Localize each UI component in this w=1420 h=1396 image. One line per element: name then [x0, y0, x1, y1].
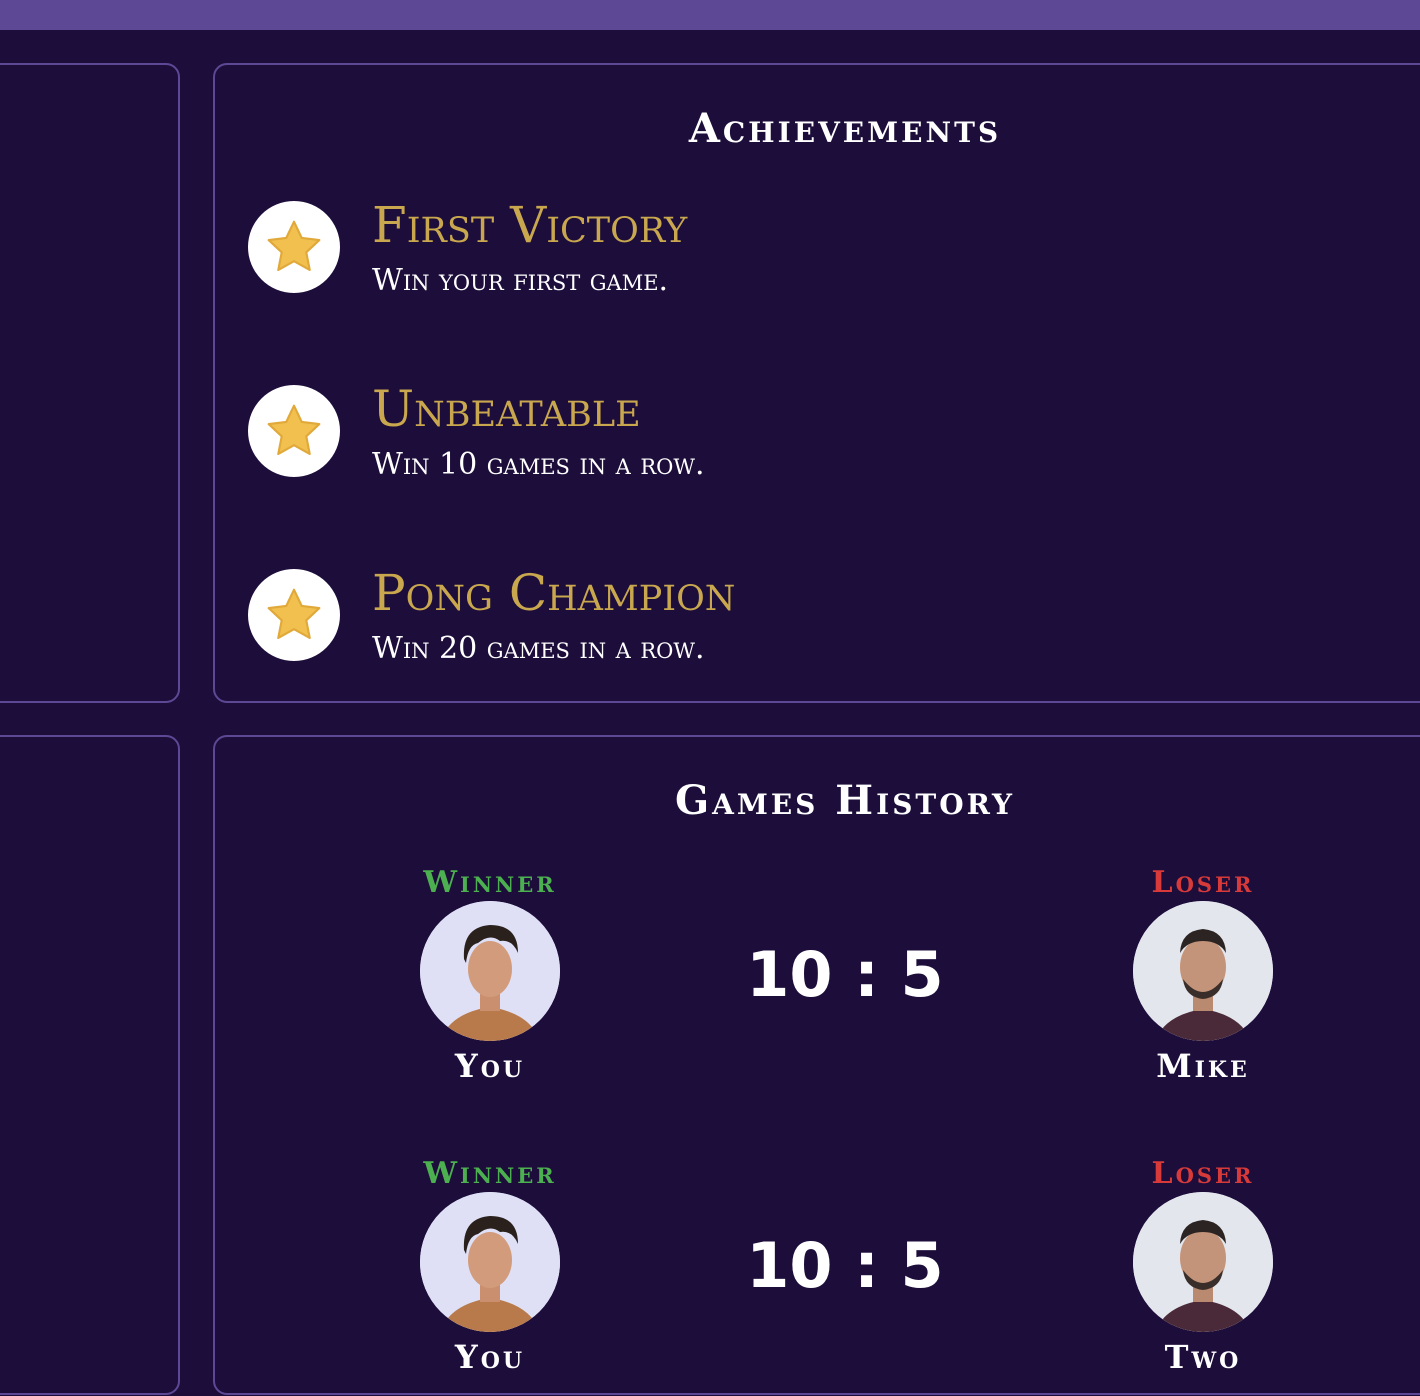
achievement-description: Win 10 games in a row. — [372, 447, 705, 482]
winner-label: Winner — [423, 1156, 557, 1191]
winner-player: Winner You — [390, 1156, 590, 1376]
achievement-item: Pong Champion Win 20 games in a row. — [248, 564, 1148, 669]
avatar[interactable] — [420, 1192, 560, 1332]
winner-label: Winner — [423, 865, 557, 900]
achievement-name: Unbeatable — [372, 380, 641, 438]
star-icon — [248, 201, 340, 293]
avatar[interactable] — [1133, 901, 1273, 1041]
game-score: 10 : 5 — [746, 1229, 944, 1302]
loser-label: Loser — [1151, 865, 1255, 900]
achievement-name: First Victory — [372, 196, 688, 254]
loser-name: Two — [1164, 1338, 1242, 1376]
achievement-description: Win your first game. — [372, 263, 669, 298]
achievements-panel: Achievements First Victory Win your firs… — [213, 63, 1420, 703]
games-history-title: Games History — [674, 777, 1016, 824]
loser-player: Loser Mike — [1103, 865, 1303, 1085]
star-icon — [248, 569, 340, 661]
achievement-description: Win 20 games in a row. — [372, 631, 705, 666]
winner-name: You — [454, 1047, 526, 1085]
games-history-panel: Games History Winner You 10 : 5 Loser Mi… — [213, 735, 1420, 1395]
game-history-row[interactable]: Winner You 10 : 5 Loser — [215, 1156, 1420, 1396]
achievement-item: First Victory Win your first game. — [248, 196, 1148, 301]
avatar[interactable] — [1133, 1192, 1273, 1332]
loser-player: Loser Two — [1103, 1156, 1303, 1376]
loser-label: Loser — [1151, 1156, 1255, 1191]
achievement-name: Pong Champion — [372, 564, 736, 622]
avatar[interactable] — [420, 901, 560, 1041]
winner-name: You — [454, 1338, 526, 1376]
game-score: 10 : 5 — [746, 938, 944, 1011]
game-history-row[interactable]: Winner You 10 : 5 Loser — [215, 865, 1420, 1105]
achievements-title: Achievements — [688, 105, 1002, 152]
star-icon — [248, 385, 340, 477]
left-panel-top — [0, 63, 180, 703]
left-panel-bottom — [0, 735, 180, 1395]
loser-name: Mike — [1156, 1047, 1250, 1085]
top-bar — [0, 0, 1420, 30]
achievement-item: Unbeatable Win 10 games in a row. — [248, 380, 1148, 485]
winner-player: Winner You — [390, 865, 590, 1085]
